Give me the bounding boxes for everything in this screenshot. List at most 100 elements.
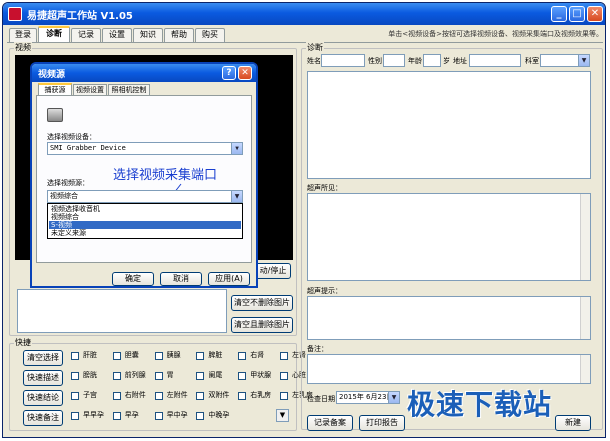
- organ-checkbox[interactable]: [280, 372, 288, 380]
- shortcut-more-button[interactable]: ▼: [276, 409, 289, 422]
- tab-buy[interactable]: 购买: [195, 28, 225, 42]
- organ-checkbox-label: 阑尾: [208, 371, 223, 379]
- organ-checkbox[interactable]: [280, 392, 288, 400]
- organ-checkbox-label: 甲状腺: [250, 371, 272, 379]
- save-record-button[interactable]: 记录备案: [307, 415, 353, 431]
- tab-divider: [7, 42, 603, 43]
- organ-checkbox[interactable]: [71, 392, 79, 400]
- tips-label: 超声提示：: [307, 287, 342, 295]
- minimize-button[interactable]: _: [551, 6, 567, 22]
- findings-label: 超声所见：: [307, 184, 342, 192]
- device-label: 选择视频设备：: [47, 133, 96, 141]
- organ-checkbox[interactable]: [196, 372, 205, 380]
- address-input[interactable]: [469, 54, 521, 67]
- tab-diagnosis[interactable]: 诊断: [38, 26, 70, 43]
- annotation-text: 选择视频采集端口: [113, 168, 218, 183]
- close-button[interactable]: ✕: [587, 6, 603, 22]
- port-select[interactable]: 视频综合 ▼: [47, 190, 243, 203]
- print-report-button[interactable]: 打印报告: [359, 415, 405, 431]
- clear-keep-images-button[interactable]: 清空不删除图片: [231, 295, 293, 311]
- organ-checkbox[interactable]: [238, 352, 247, 360]
- help-icon[interactable]: ?: [222, 66, 236, 80]
- cancel-button[interactable]: 取消: [160, 272, 202, 286]
- organ-checkbox[interactable]: [238, 392, 247, 400]
- organ-checkbox-label: 双附件: [208, 391, 230, 399]
- exam-date-picker[interactable]: 2015年 6月23日 ▼: [336, 391, 400, 404]
- tab-help[interactable]: 帮助: [164, 28, 194, 42]
- organ-checkbox[interactable]: [112, 392, 121, 400]
- organ-checkbox-label: 早早孕: [83, 411, 104, 419]
- organ-checkbox[interactable]: [280, 352, 288, 360]
- organ-checkbox[interactable]: [112, 352, 121, 360]
- port-options-list[interactable]: 视频选择收音机 视频综合 S-视频 未定义来源: [47, 203, 243, 239]
- age-input[interactable]: [423, 54, 441, 67]
- calendar-dropdown-icon[interactable]: ▼: [388, 392, 399, 403]
- notes-scrollbar[interactable]: [580, 355, 590, 383]
- clear-selection-button[interactable]: 清空选择: [23, 350, 63, 366]
- organ-checkbox-label: 左附件: [166, 391, 188, 399]
- chevron-down-icon[interactable]: ▼: [231, 191, 242, 202]
- exam-date-label: 检查日期: [307, 395, 335, 403]
- title-bar[interactable]: 易捷超声工作站 V1.05 _ □ ✕: [3, 3, 605, 25]
- dialog-title-bar[interactable]: 视频源 ? ✕: [32, 64, 256, 82]
- tab-knowledge[interactable]: 知识: [133, 28, 163, 42]
- organ-checkbox-label: 右乳房: [250, 391, 272, 399]
- dialog-close-button[interactable]: ✕: [238, 66, 252, 80]
- start-stop-button[interactable]: 动/停止: [255, 263, 291, 279]
- organ-checkbox[interactable]: [154, 372, 163, 380]
- device-select[interactable]: SMI Grabber Device ▼: [47, 142, 243, 155]
- organ-checkbox[interactable]: [112, 412, 121, 420]
- port-option[interactable]: 未定义来源: [49, 229, 241, 237]
- department-select[interactable]: ▼: [540, 54, 590, 67]
- apply-button[interactable]: 应用(A): [208, 272, 250, 286]
- findings-textarea[interactable]: [307, 193, 591, 281]
- notes-label: 备注：: [307, 345, 328, 353]
- organ-checkbox[interactable]: [238, 372, 247, 380]
- name-input[interactable]: [321, 54, 365, 67]
- chevron-down-icon[interactable]: ▼: [578, 55, 589, 66]
- clear-delete-images-button[interactable]: 清空且删除图片: [231, 317, 293, 333]
- port-value: 视频综合: [50, 192, 78, 200]
- organ-checkbox[interactable]: [71, 372, 79, 380]
- organ-checkbox[interactable]: [196, 352, 205, 360]
- organ-checkbox[interactable]: [112, 372, 121, 380]
- organ-checkbox-label: 胆囊: [124, 351, 139, 359]
- tips-textarea[interactable]: [307, 296, 591, 340]
- organ-checkbox[interactable]: [71, 412, 79, 420]
- shortcut-group-label: 快捷: [14, 337, 32, 348]
- port-option[interactable]: S-视频: [49, 221, 241, 229]
- tab-login[interactable]: 登录: [9, 28, 37, 42]
- organ-checkbox-label: 早中孕: [166, 411, 188, 419]
- port-option[interactable]: 视频选择收音机: [49, 205, 241, 213]
- gender-input[interactable]: [383, 54, 405, 67]
- quick-notes-button[interactable]: 快速备注: [23, 410, 63, 426]
- organ-checkbox[interactable]: [154, 412, 163, 420]
- organ-checkbox[interactable]: [154, 392, 163, 400]
- organ-checkbox-label: 右附件: [124, 391, 146, 399]
- quick-describe-button[interactable]: 快速描述: [23, 370, 63, 386]
- quick-conclusion-button[interactable]: 快速结论: [23, 390, 63, 406]
- tab-records[interactable]: 记录: [71, 28, 101, 42]
- organ-checkbox[interactable]: [196, 392, 205, 400]
- chevron-down-icon[interactable]: ▼: [231, 143, 242, 154]
- findings-scrollbar[interactable]: [580, 194, 590, 280]
- dialog-panel: 选择视频设备： SMI Grabber Device ▼ 选择视频采集端口 选择…: [36, 95, 252, 263]
- organ-checkbox[interactable]: [196, 412, 205, 420]
- organ-checkbox-label: 右肾: [250, 351, 265, 359]
- diagnosis-history-area[interactable]: [307, 71, 591, 179]
- new-button[interactable]: 新建: [555, 415, 591, 431]
- organ-checkbox[interactable]: [71, 352, 79, 360]
- notes-textarea[interactable]: [307, 354, 591, 384]
- tips-scrollbar[interactable]: [580, 297, 590, 339]
- port-option[interactable]: 视频综合: [49, 213, 241, 221]
- exam-date-value: 2015年 6月23日: [339, 393, 394, 401]
- maximize-button[interactable]: □: [569, 6, 585, 22]
- organ-checkbox[interactable]: [154, 352, 163, 360]
- tab-settings[interactable]: 设置: [102, 28, 132, 42]
- organ-checkbox-label: 中晚孕: [208, 411, 230, 419]
- organ-checkbox-label: 前列腺: [124, 371, 146, 379]
- age-label: 年龄: [408, 57, 422, 65]
- port-label: 选择视频源：: [47, 179, 89, 187]
- ok-button[interactable]: 确定: [112, 272, 154, 286]
- thumbnail-panel[interactable]: [17, 289, 227, 333]
